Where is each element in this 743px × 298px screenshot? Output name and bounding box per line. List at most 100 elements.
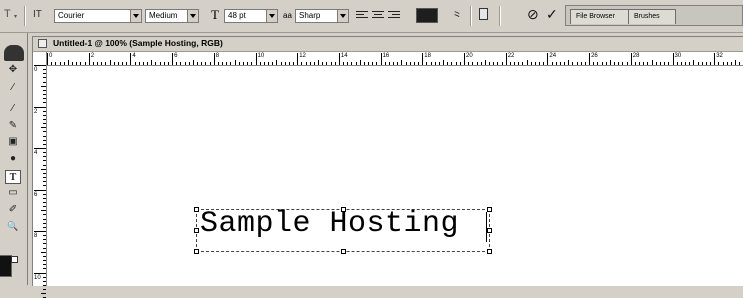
chevron-down-icon — [337, 10, 348, 22]
ruler-tick — [122, 62, 124, 65]
ruler-tick — [147, 62, 149, 65]
ruler-tick — [259, 62, 261, 65]
transform-handle[interactable] — [194, 249, 199, 254]
ruler-tick — [697, 62, 699, 65]
brush-tool-icon[interactable]: ⁄ — [5, 102, 21, 116]
shape-tool-icon[interactable]: ▭ — [5, 186, 21, 200]
antialias-select[interactable]: Sharp — [295, 9, 349, 23]
ruler-tick — [330, 62, 332, 65]
ruler-tick — [305, 62, 307, 65]
ruler-tick — [351, 62, 353, 65]
eyedropper-tool-icon[interactable]: ✐ — [5, 203, 21, 217]
ruler-tick — [43, 181, 46, 183]
ruler-label: 4 — [132, 53, 136, 59]
font-size-select[interactable]: 48 pt — [224, 9, 278, 23]
tool-preset-picker[interactable]: T — [4, 8, 11, 20]
transform-handle[interactable] — [194, 207, 199, 212]
text-orientation-toggle[interactable]: IT — [33, 9, 42, 20]
ruler-tick — [718, 62, 720, 65]
transform-handle[interactable] — [487, 207, 492, 212]
ruler-tick — [418, 62, 420, 65]
font-style-value: Medium — [149, 11, 178, 20]
ruler-tick — [572, 62, 574, 65]
canvas[interactable]: Sample Hosting — [48, 66, 743, 286]
ruler-tick — [388, 62, 390, 65]
ruler-tick — [568, 60, 570, 65]
ruler-tick — [43, 152, 46, 154]
commit-icon[interactable]: ✓ — [546, 6, 558, 23]
align-left-button[interactable] — [356, 11, 368, 21]
transform-handle[interactable] — [194, 228, 199, 233]
tab-file-browser[interactable]: File Browser — [570, 9, 630, 24]
ruler-tick — [676, 62, 678, 65]
ruler-tick — [480, 62, 482, 65]
magic-wand-tool-icon[interactable]: ∕ — [5, 81, 21, 95]
swap-colors-icon[interactable] — [11, 256, 18, 263]
ruler-label: 0 — [34, 67, 38, 73]
tab-brushes[interactable]: Brushes — [628, 9, 676, 24]
text-color-swatch[interactable] — [416, 8, 438, 23]
ruler-tick — [155, 62, 157, 65]
typed-text-layer[interactable]: Sample Hosting — [200, 207, 459, 241]
align-right-button[interactable] — [388, 11, 400, 21]
ruler-tick — [534, 62, 536, 65]
ruler-tick — [238, 62, 240, 65]
ruler-tick — [413, 62, 415, 65]
ruler-tick — [501, 62, 503, 65]
ruler-label: 18 — [424, 53, 431, 59]
move-tool-icon[interactable]: ✥ — [5, 63, 21, 77]
ruler-tick — [393, 62, 395, 65]
ruler-tick — [222, 62, 224, 65]
ruler-tick — [188, 62, 190, 65]
ruler-tick — [639, 62, 641, 65]
ruler-tick — [405, 62, 407, 65]
ruler-tick — [468, 62, 470, 65]
ruler-tick — [172, 53, 174, 65]
font-family-select[interactable]: Courier — [54, 9, 142, 23]
ruler-tick — [685, 62, 686, 65]
ruler-label: 26 — [591, 53, 598, 59]
adobe-online-icon[interactable] — [4, 45, 24, 61]
ruler-tick — [609, 60, 611, 65]
ruler-tick — [43, 247, 46, 249]
palettes-toggle-icon[interactable] — [479, 8, 488, 20]
cancel-icon[interactable]: ⊘ — [527, 6, 539, 23]
font-size-icon: T — [211, 7, 219, 22]
dodge-tool-icon[interactable]: ● — [5, 152, 21, 166]
transform-handle[interactable] — [341, 249, 346, 254]
ruler-tick — [472, 62, 474, 65]
ruler-tick — [397, 62, 399, 65]
ruler-tick — [180, 62, 182, 65]
history-brush-tool-icon[interactable]: ✎ — [5, 119, 21, 133]
ruler-tick — [72, 62, 74, 65]
ruler-tick — [43, 89, 46, 91]
antialias-icon: aa — [283, 11, 292, 20]
ruler-tick — [138, 62, 140, 65]
ruler-tick — [43, 77, 46, 79]
transform-handle[interactable] — [487, 228, 492, 233]
eraser-tool-icon[interactable]: ▣ — [5, 135, 21, 149]
ruler-tick — [543, 62, 545, 65]
ruler-tick — [43, 81, 46, 83]
transform-handle[interactable] — [487, 249, 492, 254]
ruler-tick — [41, 127, 46, 129]
ruler-tick — [43, 243, 46, 245]
ruler-tick — [338, 53, 340, 65]
ruler-tick — [159, 62, 161, 65]
zoom-tool-icon[interactable]: 🔍 — [5, 219, 21, 233]
warp-text-icon[interactable]: ⺀ — [451, 7, 463, 24]
align-center-button[interactable] — [372, 11, 384, 21]
ruler-label: 8 — [215, 53, 220, 59]
ruler-tick — [651, 60, 653, 65]
ruler-tick — [434, 62, 436, 65]
ruler-tick — [43, 276, 46, 278]
ruler-tick — [34, 272, 46, 274]
ruler-tick — [438, 62, 440, 65]
ruler-tick — [443, 60, 445, 65]
separator — [470, 6, 472, 26]
ruler-tick — [593, 62, 595, 65]
type-tool-icon[interactable]: T — [5, 170, 21, 184]
ruler-tick — [484, 60, 486, 65]
document-titlebar[interactable]: Untitled-1 @ 100% (Sample Hosting, RGB) — [33, 37, 743, 52]
font-style-select[interactable]: Medium — [145, 9, 199, 23]
